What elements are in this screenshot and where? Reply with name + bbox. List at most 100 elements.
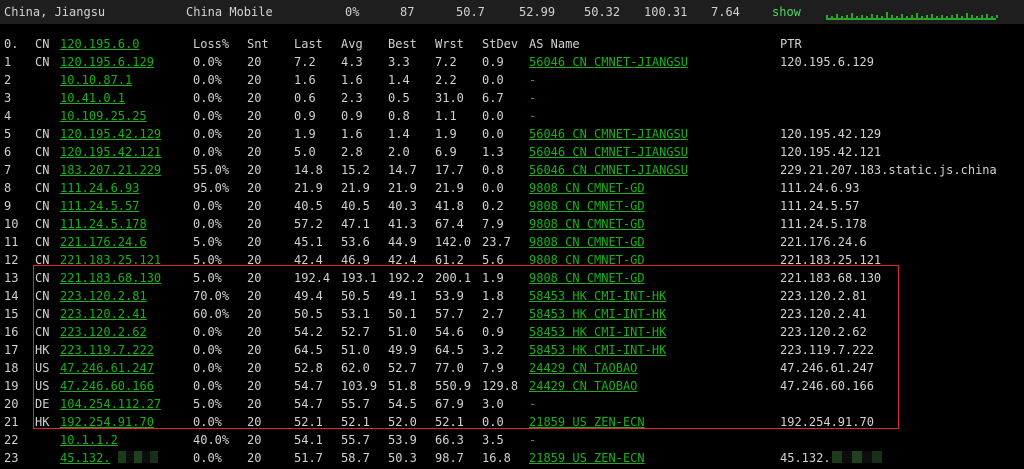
- cell-best: 3.3: [388, 55, 410, 69]
- cell-n: 2: [4, 73, 12, 87]
- cell-loss: 0.0%: [193, 145, 222, 159]
- cell-asname[interactable]: 9808 CN CMNET-GD: [529, 217, 645, 231]
- as-org[interactable]: CMNET-JIANGSU: [594, 55, 688, 69]
- as-country[interactable]: CN: [565, 199, 579, 213]
- cell-cc: CN: [35, 163, 50, 177]
- cell-asname[interactable]: -: [529, 91, 536, 105]
- cell-wrst: 1.1: [435, 109, 457, 123]
- header-stdev: 7.64: [711, 5, 740, 19]
- cell-loss: 0.0%: [193, 73, 222, 87]
- as-number[interactable]: -: [529, 91, 536, 105]
- cell-best: 53.9: [388, 433, 417, 447]
- cell-cc: CN: [35, 235, 50, 249]
- cell-cc: CN: [35, 181, 50, 195]
- cell-ip[interactable]: 120.195.6.129: [60, 55, 154, 69]
- cell-ip[interactable]: 120.195.42.129: [60, 127, 161, 141]
- header-best: 50.32: [584, 5, 621, 19]
- as-country[interactable]: CN: [572, 55, 586, 69]
- cell-ip[interactable]: 10.10.87.1: [60, 73, 132, 87]
- cell-stdev: 3.5: [482, 433, 504, 447]
- cell-ptr: 229.21.207.183.static.js.china: [780, 163, 997, 177]
- cell-ip[interactable]: 111.24.5.57: [60, 199, 139, 213]
- sparkline-bar: [886, 12, 888, 18]
- as-org[interactable]: CMNET-GD: [587, 235, 645, 249]
- as-org[interactable]: CMNET-GD: [587, 217, 645, 231]
- cell-asname[interactable]: -: [529, 73, 536, 87]
- cell-stdev: 6.7: [482, 91, 504, 105]
- sparkline-bar: [946, 16, 948, 18]
- as-number[interactable]: 9808: [529, 217, 558, 231]
- as-org[interactable]: CMNET-GD: [587, 199, 645, 213]
- cell-asname[interactable]: 56046 CN CMNET-JIANGSU: [529, 145, 688, 159]
- as-org[interactable]: CMNET-GD: [587, 181, 645, 195]
- cell-asname[interactable]: 9808 CN CMNET-GD: [529, 235, 645, 249]
- cell-stdev: 0.2: [482, 199, 504, 213]
- cell-asname[interactable]: 56046 CN CMNET-JIANGSU: [529, 127, 688, 141]
- cell-best: 1.4: [388, 127, 410, 141]
- sparkline-bar: [931, 14, 933, 18]
- sparkline-bar: [986, 14, 988, 18]
- as-number[interactable]: -: [529, 109, 536, 123]
- cell-n: 12: [4, 253, 19, 267]
- cell-ptr: 120.195.42.121: [780, 145, 882, 159]
- as-org[interactable]: CMNET-JIANGSU: [594, 163, 688, 177]
- col-ptr: PTR: [780, 37, 802, 51]
- cell-n: 9: [4, 199, 12, 213]
- cell-asname[interactable]: -: [529, 433, 536, 447]
- as-number[interactable]: 21859: [529, 451, 565, 465]
- sparkline-bar: [951, 15, 953, 18]
- as-number[interactable]: 9808: [529, 235, 558, 249]
- show-link[interactable]: show: [772, 5, 801, 19]
- as-number[interactable]: -: [529, 433, 536, 447]
- col-ip[interactable]: 120.195.6.0: [60, 37, 139, 51]
- cell-asname[interactable]: 56046 CN CMNET-JIANGSU: [529, 163, 688, 177]
- cell-wrst: 98.7: [435, 451, 464, 465]
- cell-ip[interactable]: 10.41.0.1: [60, 91, 125, 105]
- cell-ip[interactable]: 221.176.24.6: [60, 235, 147, 249]
- cell-avg: 21.9: [341, 181, 370, 195]
- table-row: 6 CN 120.195.42.121 0.0% 20 5.0 2.8 2.0 6.9 1.3 56…: [0, 145, 1024, 163]
- as-number[interactable]: 56046: [529, 127, 565, 141]
- cell-asname[interactable]: 9808 CN CMNET-GD: [529, 181, 645, 195]
- header-sent: 87: [400, 5, 415, 19]
- cell-ip[interactable]: 10.109.25.25: [60, 109, 147, 123]
- as-org[interactable]: CMNET-JIANGSU: [594, 127, 688, 141]
- cell-avg: 1.6: [341, 127, 363, 141]
- cell-asname[interactable]: -: [529, 109, 536, 123]
- cell-n: 20: [4, 397, 19, 411]
- as-country[interactable]: CN: [565, 181, 579, 195]
- as-country[interactable]: CN: [572, 127, 586, 141]
- cell-best: 21.9: [388, 181, 417, 195]
- as-country[interactable]: CN: [565, 217, 579, 231]
- cell-avg: 1.6: [341, 73, 363, 87]
- col-cc: CN: [35, 37, 50, 51]
- cell-n: 5: [4, 127, 12, 141]
- cell-loss: 0.0%: [193, 91, 222, 105]
- as-number[interactable]: -: [529, 73, 536, 87]
- as-org[interactable]: CMNET-JIANGSU: [594, 145, 688, 159]
- cell-asname[interactable]: 21859 US ZEN-ECN: [529, 451, 645, 465]
- as-country[interactable]: CN: [565, 235, 579, 249]
- sparkline-bar: [836, 14, 838, 18]
- cell-snt: 20: [247, 451, 262, 465]
- cell-ptr: 111.24.5.57: [780, 199, 860, 213]
- as-number[interactable]: 56046: [529, 145, 565, 159]
- cell-ip[interactable]: 10.1.1.2: [60, 433, 118, 447]
- cell-ip[interactable]: 111.24.5.178: [60, 217, 147, 231]
- as-country[interactable]: US: [572, 451, 586, 465]
- as-number[interactable]: 9808: [529, 181, 558, 195]
- as-number[interactable]: 56046: [529, 163, 565, 177]
- as-country[interactable]: CN: [572, 163, 586, 177]
- cell-ip[interactable]: 111.24.6.93: [60, 181, 139, 195]
- cell-asname[interactable]: 9808 CN CMNET-GD: [529, 199, 645, 213]
- as-number[interactable]: 56046: [529, 55, 565, 69]
- cell-loss: 40.0%: [193, 433, 230, 447]
- cell-ip[interactable]: 120.195.42.121: [60, 145, 161, 159]
- cell-asname[interactable]: 56046 CN CMNET-JIANGSU: [529, 55, 688, 69]
- cell-ip[interactable]: 183.207.21.229: [60, 163, 161, 177]
- as-org[interactable]: ZEN-ECN: [594, 451, 645, 465]
- col-stdev: StDev: [482, 37, 519, 51]
- as-country[interactable]: CN: [572, 145, 586, 159]
- cell-ip[interactable]: 45.132.: [60, 451, 111, 465]
- as-number[interactable]: 9808: [529, 199, 558, 213]
